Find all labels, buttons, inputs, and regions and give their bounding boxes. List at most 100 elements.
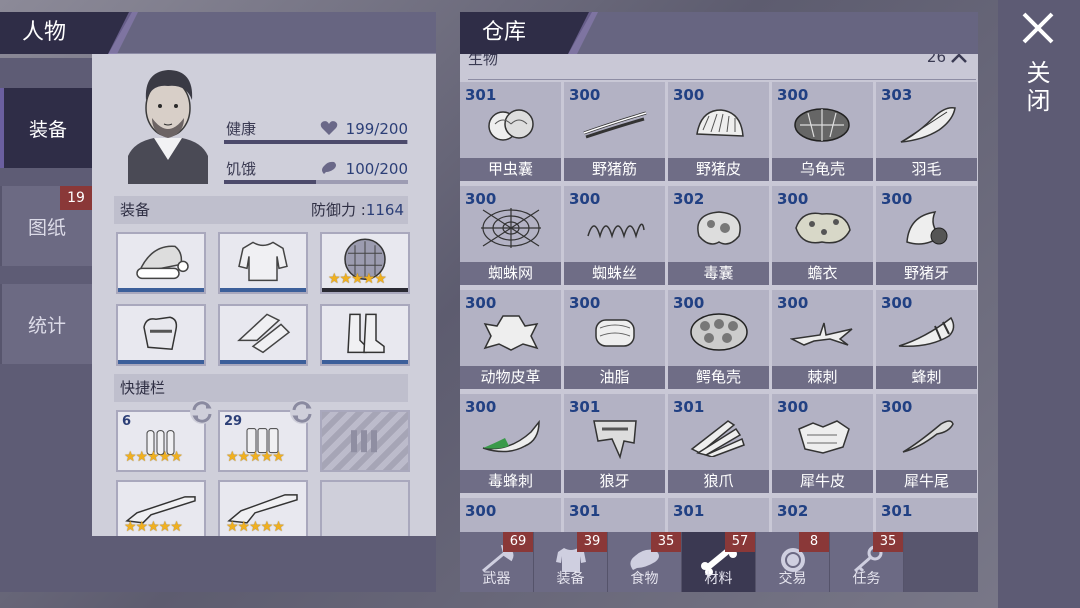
close-icon[interactable] [1020, 10, 1056, 46]
equip-slot-legs[interactable] [218, 304, 308, 366]
character-content: 健康 199/200 饥饿 100/200 装备 防御力 :1164 ★★★★★… [92, 54, 436, 542]
equip-slot-feet[interactable] [320, 304, 410, 366]
star-rating: ★★★★★ [226, 449, 285, 465]
hunger-stat: 饥饿 100/200 [224, 152, 408, 184]
storage-item-cell[interactable]: 300 棘刺 [772, 290, 873, 389]
storage-item-cell[interactable]: 301 [564, 498, 665, 532]
storage-item-cell[interactable]: 301 [876, 498, 977, 532]
meat-icon [322, 161, 336, 174]
side-tabs: 装备 图纸 19 统计 [0, 58, 92, 592]
equip-slot-back[interactable]: ★★★★★ [320, 232, 410, 294]
item-name: 毒蜂刺 [460, 470, 561, 493]
storage-item-cell[interactable]: 301 狼牙 [564, 394, 665, 493]
storage-item-cell[interactable]: 300 犀牛皮 [772, 394, 873, 493]
category-tab[interactable]: 57 材料 [682, 532, 756, 592]
item-name: 犀牛尾 [876, 470, 977, 493]
storage-item-cell[interactable]: 300 蜘蛛网 [460, 186, 561, 285]
boar-tendon-icon [582, 111, 646, 139]
item-quantity: 300 [881, 190, 913, 208]
storage-grid[interactable]: 生物 26 301 甲虫囊 300 野猪筋 300 野猪皮 300 乌龟壳 303 羽毛 300 蜘蛛… [460, 54, 978, 532]
equip-slot-body[interactable] [218, 232, 308, 294]
storage-item-cell[interactable]: 300 蜘蛛丝 [564, 186, 665, 285]
quickbar-header: 快捷栏 [114, 374, 408, 402]
category-tab[interactable]: 35 食物 [608, 532, 682, 592]
hunger-fill [224, 180, 316, 184]
storage-item-cell[interactable]: 300 犀牛尾 [876, 394, 977, 493]
item-name: 狼爪 [668, 470, 769, 493]
item-quantity: 300 [777, 86, 809, 104]
chevron-up-icon[interactable] [950, 54, 968, 64]
storage-item-cell[interactable]: 300 油脂 [564, 290, 665, 389]
category-count-badge: 35 [651, 532, 681, 552]
swap-icon[interactable] [188, 398, 216, 426]
storage-item-cell[interactable]: 300 野猪筋 [564, 82, 665, 181]
tab-blueprints[interactable]: 图纸 19 [0, 186, 92, 266]
tab-statistics[interactable]: 统计 [0, 284, 92, 364]
health-stat: 健康 199/200 [224, 112, 408, 144]
item-quantity: 300 [465, 502, 497, 520]
item-name: 野猪筋 [564, 158, 665, 181]
rhino-hide-icon [797, 420, 850, 454]
rhino-tail-icon [902, 420, 954, 453]
category-count-badge: 8 [799, 532, 829, 552]
quick-slot-4[interactable]: ★★★★★ [116, 480, 206, 542]
quick-slot-6-empty[interactable] [320, 480, 410, 542]
storage-item-cell[interactable]: 300 动物皮革 [460, 290, 561, 389]
category-tabs: 69 武器 39 装备 35 食物 57 材料 8 交易 35 任务 [460, 532, 978, 592]
storage-item-cell[interactable]: 300 野猪牙 [876, 186, 977, 285]
grease-icon [594, 319, 635, 347]
feather-icon [900, 106, 956, 143]
category-tab[interactable]: 35 任务 [830, 532, 904, 592]
tab-statistics-label: 统计 [27, 314, 66, 337]
pants-icon [237, 313, 291, 354]
close-button[interactable]: 关闭 [1022, 60, 1054, 116]
item-name: 甲虫囊 [460, 158, 561, 181]
category-tab[interactable]: 69 武器 [460, 532, 534, 592]
storage-item-cell[interactable]: 300 鳄龟壳 [668, 290, 769, 389]
slot-durability [220, 360, 306, 364]
item-quantity: 302 [777, 502, 809, 520]
tab-equipment[interactable]: 装备 [0, 88, 92, 168]
category-tab[interactable]: 39 装备 [534, 532, 608, 592]
item-quantity: 300 [777, 398, 809, 416]
storage-item-cell[interactable]: 300 蜂刺 [876, 290, 977, 389]
heart-icon [320, 121, 338, 135]
storage-item-cell[interactable]: 301 狼爪 [668, 394, 769, 493]
item-quantity: 301 [673, 398, 705, 416]
item-name: 野猪牙 [876, 262, 977, 285]
tab-blueprints-label: 图纸 [27, 216, 66, 239]
swap-icon[interactable] [288, 398, 316, 426]
category-tab[interactable]: 8 交易 [756, 532, 830, 592]
item-quantity: 300 [465, 190, 497, 208]
equip-slot-head[interactable] [116, 232, 206, 294]
item-quantity: 300 [465, 398, 497, 416]
storage-item-cell[interactable]: 301 甲虫囊 [460, 82, 561, 181]
storage-item-cell[interactable]: 303 羽毛 [876, 82, 977, 181]
storage-item-cell[interactable]: 301 [668, 498, 769, 532]
storage-item-cell[interactable]: 300 乌龟壳 [772, 82, 873, 181]
category-tab-label: 材料 [704, 571, 733, 587]
health-fill [224, 140, 408, 144]
star-rating: ★★★★★ [124, 449, 183, 465]
animal-leather-icon [483, 315, 538, 351]
wolf-claw-icon [690, 420, 745, 457]
poison-sac-icon [696, 211, 741, 245]
slot-durability [118, 288, 204, 292]
item-quantity: 301 [569, 398, 601, 416]
quick-slot-5[interactable]: ★★★★★ [218, 480, 308, 542]
equip-slot-hands[interactable] [116, 304, 206, 366]
item-quantity: 303 [881, 86, 913, 104]
item-quantity: 301 [569, 502, 601, 520]
storage-item-cell[interactable]: 300 蟾衣 [772, 186, 873, 285]
category-header[interactable]: 生物 26 [468, 54, 976, 80]
storage-item-cell[interactable]: 300 [460, 498, 561, 532]
boar-hide-icon [695, 109, 744, 137]
category-count-badge: 69 [503, 532, 533, 552]
storage-item-cell[interactable]: 302 毒囊 [668, 186, 769, 285]
storage-item-cell[interactable]: 300 毒蜂刺 [460, 394, 561, 493]
storage-item-cell[interactable]: 300 野猪皮 [668, 82, 769, 181]
character-header: 人物 [0, 12, 436, 54]
item-quantity: 301 [881, 502, 913, 520]
storage-item-cell[interactable]: 302 [772, 498, 873, 532]
spider-web-icon [480, 208, 541, 248]
